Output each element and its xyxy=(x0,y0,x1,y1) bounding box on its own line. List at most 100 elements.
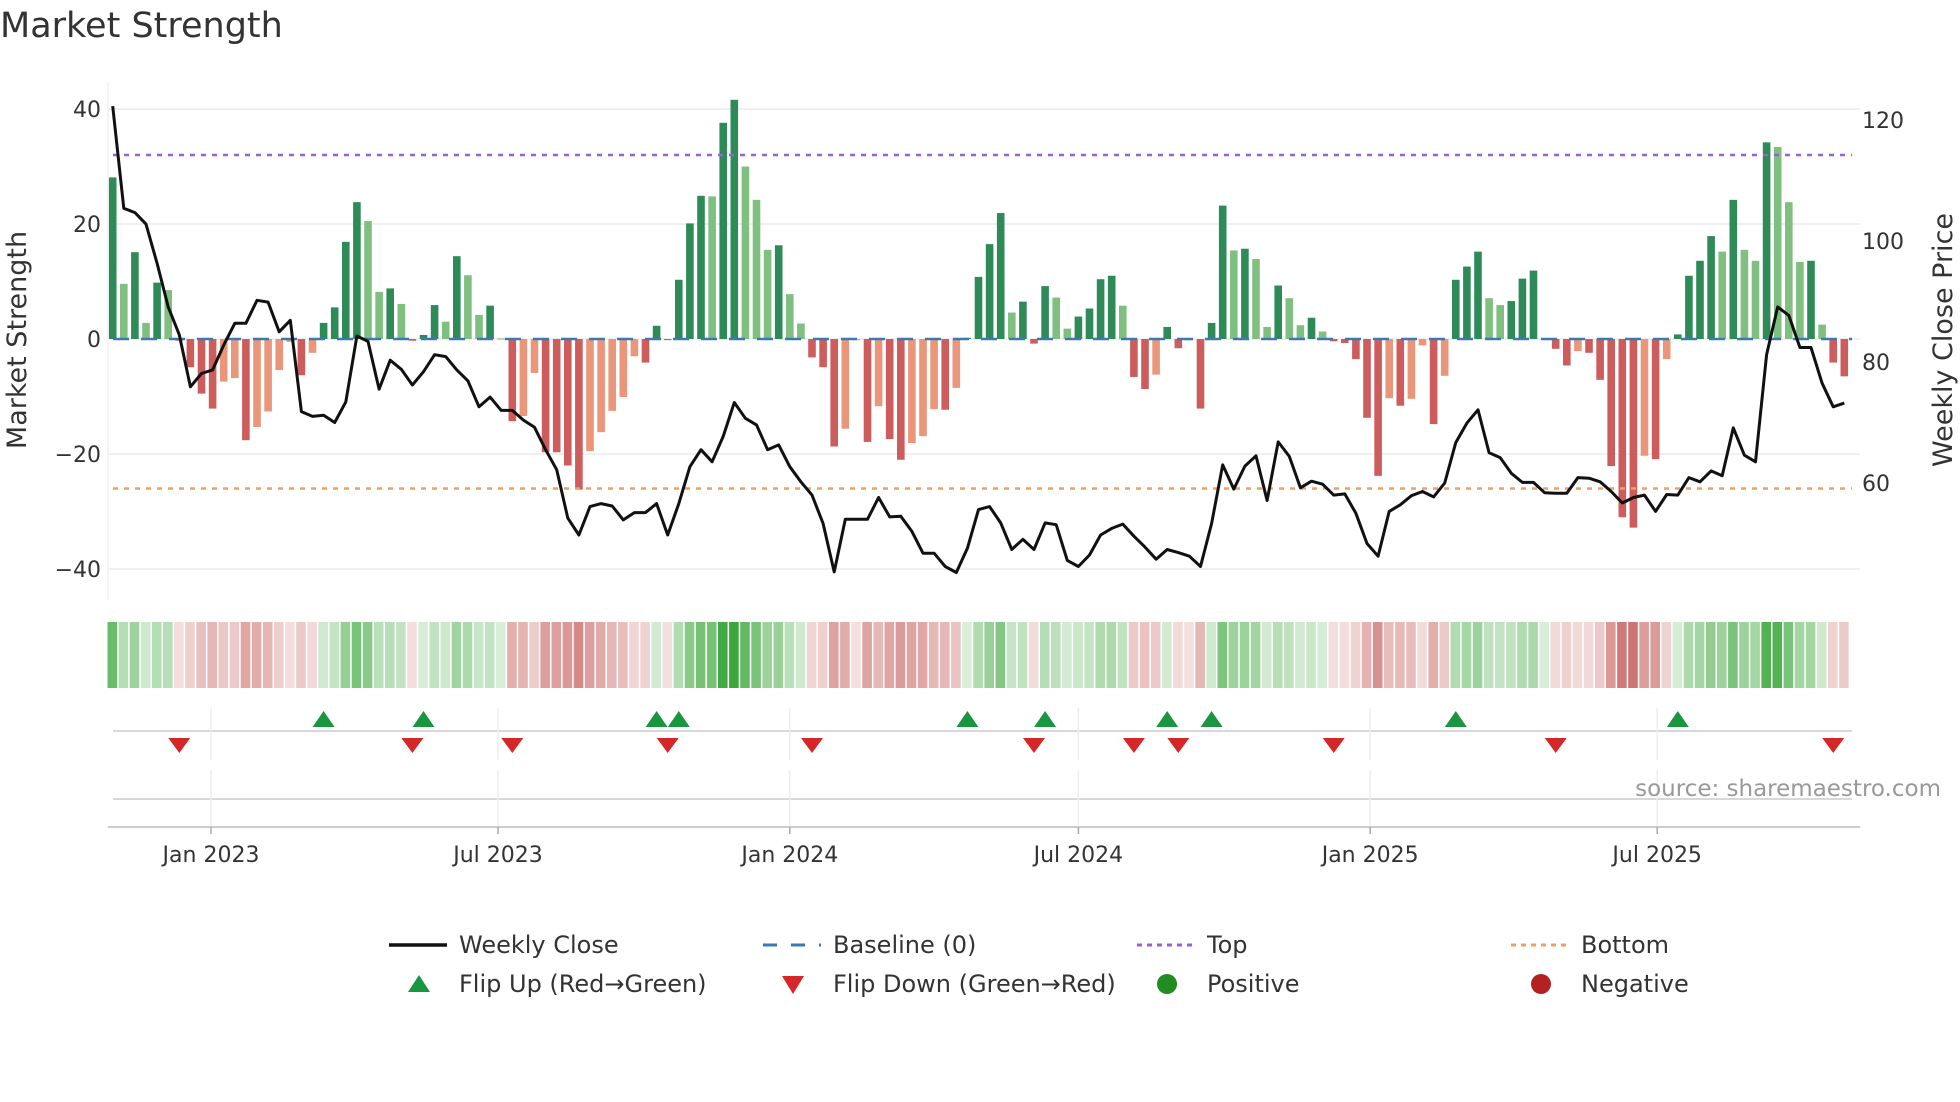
flip-up-marker xyxy=(1200,711,1223,727)
heat-cell xyxy=(1506,622,1516,688)
heat-cell xyxy=(1095,622,1105,688)
heat-cell xyxy=(240,622,251,688)
flip-up-marker xyxy=(1666,711,1689,727)
heat-cell xyxy=(906,622,917,688)
heat-cell xyxy=(1583,622,1594,688)
strength-bar xyxy=(1263,326,1271,339)
strength-bar xyxy=(1063,328,1072,339)
heat-cell xyxy=(385,622,395,688)
heat-cell xyxy=(607,622,617,688)
heat-cell xyxy=(1073,622,1083,688)
heat-cell xyxy=(1761,622,1771,688)
heat-cell xyxy=(262,622,273,688)
strength-bar xyxy=(1518,278,1527,339)
heat-cell xyxy=(1261,622,1272,688)
strength-bar xyxy=(120,283,128,339)
heat-cell xyxy=(151,622,162,688)
strength-bar xyxy=(508,339,517,422)
heat-cell xyxy=(1051,622,1061,688)
strength-bar xyxy=(1574,339,1582,352)
heat-cell xyxy=(451,622,462,688)
strength-bar xyxy=(353,202,361,339)
strength-bar xyxy=(1718,251,1726,339)
heat-cell xyxy=(1195,622,1205,688)
strength-bar xyxy=(519,339,528,417)
strength-bar xyxy=(253,339,261,427)
strength-bar xyxy=(1207,322,1216,339)
heat-cell xyxy=(1839,622,1849,688)
strength-bar xyxy=(1796,261,1804,339)
heat-cell xyxy=(740,622,750,688)
heat-cell xyxy=(340,622,351,688)
strength-bar xyxy=(675,279,683,339)
date-axis: Jan 2023 Jul 2023 Jan 2024 Jul 2024 Jan 2025… xyxy=(108,826,1860,868)
heat-cell xyxy=(329,622,340,688)
heat-cell xyxy=(762,622,772,688)
heat-cell xyxy=(1461,622,1472,688)
y-tick-label: −40 xyxy=(55,558,101,583)
strength-bar xyxy=(586,339,594,452)
heat-cell xyxy=(1006,622,1017,688)
strength-bar xyxy=(1507,301,1516,339)
strength-bar xyxy=(1563,339,1571,366)
heat-cell xyxy=(307,622,317,688)
strength-bar xyxy=(1529,270,1538,339)
strength-bar xyxy=(752,199,761,339)
legend-label-baseline-0: Baseline (0) xyxy=(833,931,976,959)
strength-bar xyxy=(1074,316,1083,339)
heat-cell xyxy=(1184,622,1194,688)
heat-cell xyxy=(984,622,994,688)
heat-cell xyxy=(1828,622,1838,688)
heat-cell xyxy=(1173,622,1183,688)
heat-cell xyxy=(806,622,817,688)
strength-bar xyxy=(1696,260,1704,339)
flip-up-marker xyxy=(956,711,979,727)
heat-cell xyxy=(1694,622,1705,688)
heat-cell xyxy=(462,622,473,688)
strength-bar xyxy=(1440,339,1449,376)
heat-cell xyxy=(429,622,439,688)
legend-triangle-down-icon xyxy=(782,976,804,994)
heat-cell xyxy=(595,622,606,688)
heat-cell xyxy=(640,622,650,688)
strength-bar xyxy=(1551,339,1560,349)
strength-bar xyxy=(1296,325,1305,339)
strength-bar xyxy=(1019,301,1027,339)
strength-bar xyxy=(153,282,161,339)
heat-cell xyxy=(1372,622,1383,688)
heat-cell xyxy=(1683,622,1694,688)
heat-cell xyxy=(1772,622,1783,688)
heat-cell xyxy=(1617,622,1627,688)
heat-cell xyxy=(1417,622,1427,688)
strength-bar xyxy=(908,339,916,444)
x-tick-label: Jul 2024 xyxy=(1032,843,1124,868)
strength-bar xyxy=(1363,339,1371,418)
heat-cell xyxy=(851,622,861,688)
strength-bar xyxy=(397,303,406,339)
flip-up-marker xyxy=(1444,711,1467,727)
y2-tick-label: 120 xyxy=(1862,109,1904,134)
heat-cell xyxy=(862,622,872,688)
source-credit: source: sharemaestro.com xyxy=(1635,776,1941,802)
legend-label-top: Top xyxy=(1206,931,1248,959)
heat-cell xyxy=(1528,622,1538,688)
strength-bar xyxy=(131,252,139,339)
strength-bar xyxy=(885,339,894,440)
heat-cell xyxy=(1239,622,1250,688)
heat-cell xyxy=(584,622,595,688)
strength-bar xyxy=(1196,339,1205,409)
heat-cell xyxy=(185,622,195,688)
heat-cell xyxy=(1739,622,1749,688)
strength-bar xyxy=(919,339,927,437)
strength-bar xyxy=(819,339,827,368)
legend-label-weekly-close: Weekly Close xyxy=(459,931,619,959)
legend-label-negative: Negative xyxy=(1581,970,1689,998)
heat-cell xyxy=(618,622,628,688)
legend: Weekly Close Baseline (0) Top Bottom Flip Up… xyxy=(389,931,1689,998)
strength-bar xyxy=(1052,297,1060,339)
strength-bar xyxy=(874,339,883,407)
heat-cell xyxy=(1550,622,1561,688)
heat-cell xyxy=(218,622,229,688)
strength-bar xyxy=(1651,339,1660,460)
flip-down-marker xyxy=(656,738,679,753)
